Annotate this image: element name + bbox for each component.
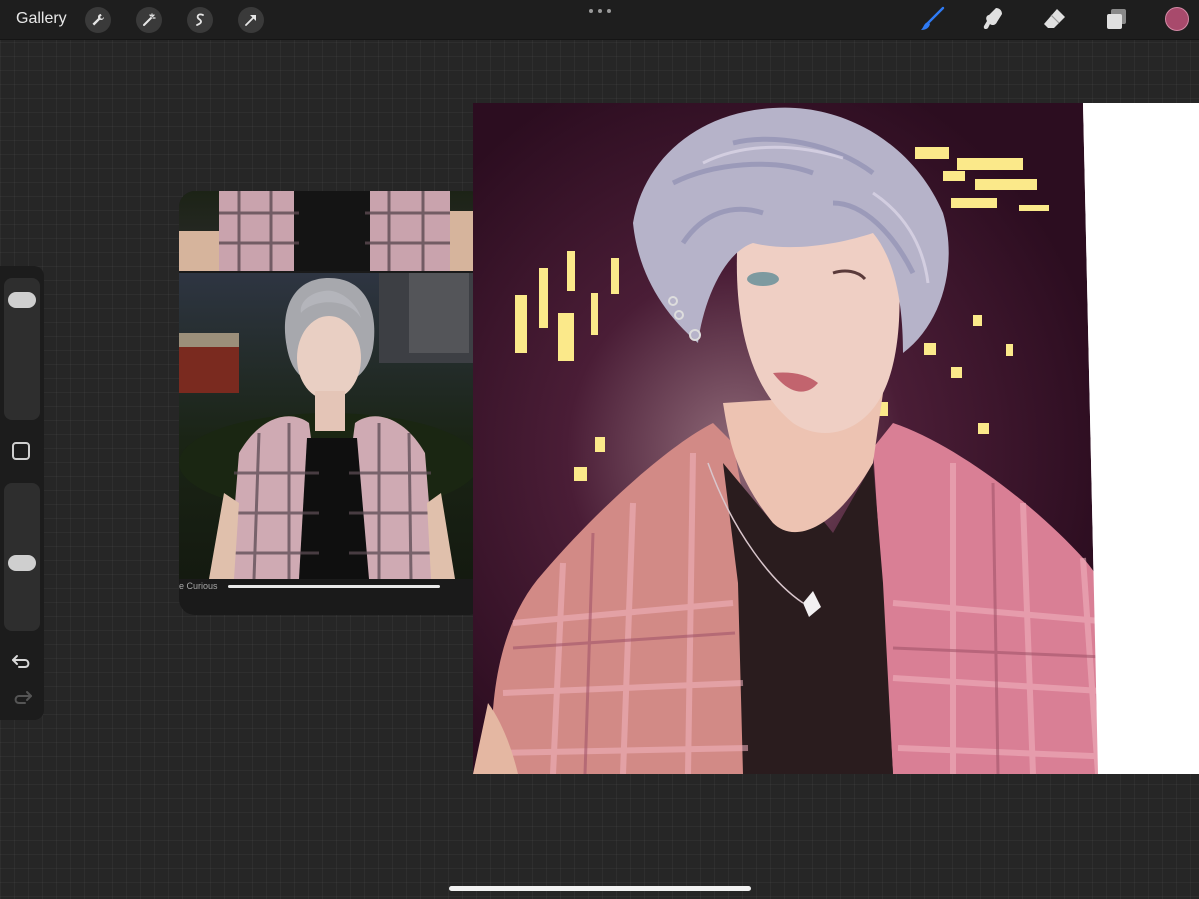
artwork [473, 103, 1199, 774]
more-options-icon[interactable] [589, 6, 611, 16]
layers-button[interactable] [1104, 6, 1130, 32]
transform-arrow-icon [245, 15, 256, 26]
reference-photo-art [179, 273, 485, 579]
reference-caption: e Curious [179, 581, 218, 591]
reference-photo-top [179, 191, 485, 271]
home-indicator[interactable] [449, 886, 751, 891]
top-toolbar: Gallery [0, 0, 1199, 40]
undo-icon [12, 655, 30, 668]
drawing-canvas[interactable] [473, 103, 1199, 774]
eraser-tool-button[interactable] [1042, 6, 1068, 32]
brush-size-thumb[interactable] [8, 291, 36, 308]
selection-icon [196, 13, 204, 26]
brush-tool-button[interactable] [919, 6, 945, 32]
reference-scrubber[interactable] [228, 585, 440, 588]
smudge-tool-button[interactable] [980, 6, 1006, 32]
eraser-icon [1044, 9, 1065, 28]
left-sidebar [0, 266, 44, 720]
smudge-icon [983, 8, 1002, 30]
reference-panel[interactable]: e Curious [179, 191, 485, 615]
brush-icon [921, 6, 945, 30]
reference-photo [179, 273, 485, 579]
layers-icon [1107, 9, 1126, 29]
transform-button[interactable] [238, 7, 264, 33]
modify-button[interactable] [12, 442, 30, 460]
redo-button[interactable] [11, 688, 33, 708]
color-picker-button[interactable] [1165, 7, 1189, 31]
magic-wand-icon [143, 13, 156, 26]
gallery-button[interactable]: Gallery [16, 10, 67, 28]
actions-button[interactable] [85, 7, 111, 33]
undo-button[interactable] [11, 652, 33, 672]
adjustments-button[interactable] [136, 7, 162, 33]
redo-icon [14, 691, 32, 704]
wrench-icon [92, 13, 105, 26]
brush-opacity-thumb[interactable] [8, 554, 36, 571]
reference-photo-top-art [179, 191, 485, 271]
selection-button[interactable] [187, 7, 213, 33]
